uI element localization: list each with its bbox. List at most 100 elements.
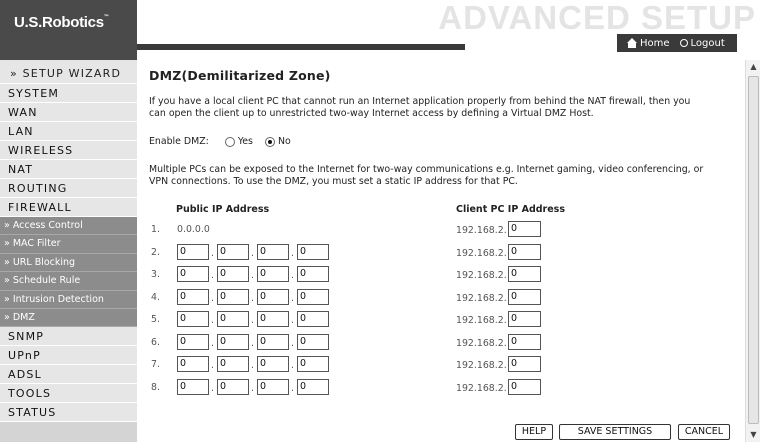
enable-dmz-yes-radio[interactable] <box>224 136 235 147</box>
help-button[interactable]: HELP <box>515 424 553 440</box>
public-ip-octet-input[interactable]: 0 <box>297 288 329 305</box>
public-ip-octet-input[interactable]: 0 <box>297 243 329 260</box>
sidebar-item-system[interactable]: SYSTEM <box>0 84 137 103</box>
sidebar-item-setup-wizard[interactable]: » SETUP WIZARD <box>0 60 137 84</box>
octet-separator: . <box>291 270 294 281</box>
public-ip-octet-input[interactable]: 0 <box>257 378 289 395</box>
client-ip-prefix: 192.168.2. <box>456 382 507 394</box>
public-ip-octet-input[interactable]: 0 <box>297 356 329 372</box>
public-ip-octet-input[interactable]: 0 <box>217 288 249 305</box>
home-label: Home <box>640 37 670 49</box>
sidebar-item-firewall[interactable]: FIREWALL <box>0 198 137 217</box>
public-ip-header: Public IP Address <box>176 204 270 215</box>
octet-separator: . <box>251 382 254 394</box>
scrollbar-thumb[interactable] <box>748 76 759 424</box>
public-ip-octet-input[interactable]: 0 <box>297 333 329 350</box>
enable-dmz-label: Enable DMZ: <box>149 136 209 147</box>
octet-separator: . <box>251 247 254 259</box>
header-links: Home Logout <box>617 34 737 52</box>
octet-separator: . <box>291 292 294 304</box>
client-ip-prefix: 192.168.2. <box>456 315 507 326</box>
sidebar-item-routing[interactable]: ROUTING <box>0 179 137 198</box>
public-ip-octet-input[interactable]: 0 <box>177 356 209 372</box>
public-ip-octet-input[interactable]: 0 <box>217 243 249 260</box>
scroll-up-icon[interactable]: ▲ <box>746 60 760 74</box>
octet-separator: . <box>211 360 214 371</box>
row-number: 5. <box>151 314 160 325</box>
client-ip-input[interactable]: 0 <box>508 243 541 260</box>
header-divider <box>137 44 465 50</box>
enable-dmz-yes-label: Yes <box>237 136 253 147</box>
client-ip-prefix: 192.168.2. <box>456 270 507 281</box>
sidebar-item-upnp[interactable]: UPnP <box>0 346 137 366</box>
vertical-scrollbar[interactable]: ▲ ▼ <box>745 60 760 442</box>
public-ip-octet-input[interactable]: 0 <box>257 356 289 372</box>
save-settings-button[interactable]: SAVE SETTINGS <box>559 424 671 440</box>
intro-line-1: If you have a local client PC that canno… <box>149 96 691 107</box>
public-ip-static: 0.0.0.0 <box>177 224 210 235</box>
intro-line-2: can open the client up to unrestricted t… <box>149 108 594 119</box>
home-link[interactable]: Home <box>627 37 670 49</box>
public-ip-octet-input[interactable]: 0 <box>257 266 289 282</box>
logout-label: Logout <box>690 37 725 49</box>
logout-link[interactable]: Logout <box>679 37 725 49</box>
public-ip-octet-input[interactable]: 0 <box>177 266 209 282</box>
public-ip-octet-input[interactable]: 0 <box>297 311 329 327</box>
sidebar-subitem-schedule-rule[interactable]: » Schedule Rule <box>0 272 137 291</box>
sidebar-subitem-mac-filter[interactable]: » MAC Filter <box>0 235 137 254</box>
row-number: 3. <box>151 269 160 280</box>
cancel-button[interactable]: CANCEL <box>678 424 730 440</box>
sidebar-item-wireless[interactable]: WIRELESS <box>0 141 137 160</box>
sidebar-subitem-url-blocking[interactable]: » URL Blocking <box>0 253 137 273</box>
octet-separator: . <box>251 270 254 281</box>
logo-box: U.S.Robotics™ <box>0 0 137 60</box>
row-number: 1. <box>151 224 160 235</box>
header: U.S.Robotics™ ADVANCED SETUP Home Logout <box>0 0 760 60</box>
client-ip-input[interactable]: 0 <box>508 221 541 237</box>
client-ip-input[interactable]: 0 <box>508 311 541 327</box>
public-ip-octet-input[interactable]: 0 <box>177 311 209 327</box>
sidebar-item-nat[interactable]: NAT <box>0 160 137 179</box>
public-ip-octet-input[interactable]: 0 <box>257 288 289 305</box>
client-ip-input[interactable]: 0 <box>508 378 541 395</box>
sidebar-subitem-intrusion-detection[interactable]: » Intrusion Detection <box>0 290 137 309</box>
public-ip-octet-input[interactable]: 0 <box>177 288 209 305</box>
sidebar-subitem-dmz[interactable]: » DMZ <box>0 308 137 328</box>
sidebar-item-adsl[interactable]: ADSL <box>0 365 137 385</box>
octet-separator: . <box>251 337 254 349</box>
client-ip-input[interactable]: 0 <box>508 266 541 282</box>
client-ip-prefix: 192.168.2. <box>456 247 507 259</box>
sidebar-subitem-access-control[interactable]: » Access Control <box>0 217 137 236</box>
row-number: 7. <box>151 359 160 370</box>
sidebar-item-lan[interactable]: LAN <box>0 122 137 141</box>
client-ip-prefix: 192.168.2. <box>456 360 507 371</box>
public-ip-octet-input[interactable]: 0 <box>177 333 209 350</box>
public-ip-octet-input[interactable]: 0 <box>217 356 249 372</box>
octet-separator: . <box>291 360 294 371</box>
octet-separator: . <box>211 247 214 259</box>
public-ip-octet-input[interactable]: 0 <box>257 243 289 260</box>
sidebar-item-tools[interactable]: TOOLS <box>0 384 137 404</box>
client-ip-input[interactable]: 0 <box>508 288 541 305</box>
public-ip-octet-input[interactable]: 0 <box>257 333 289 350</box>
public-ip-octet-input[interactable]: 0 <box>217 311 249 327</box>
public-ip-octet-input[interactable]: 0 <box>177 378 209 395</box>
octet-separator: . <box>291 247 294 259</box>
octet-separator: . <box>291 315 294 326</box>
client-ip-input[interactable]: 0 <box>508 356 541 372</box>
sidebar-item-status[interactable]: STATUS <box>0 403 137 423</box>
public-ip-octet-input[interactable]: 0 <box>217 378 249 395</box>
public-ip-octet-input[interactable]: 0 <box>297 266 329 282</box>
enable-dmz-no-radio[interactable] <box>264 136 275 147</box>
sidebar-item-wan[interactable]: WAN <box>0 103 137 122</box>
public-ip-octet-input[interactable]: 0 <box>217 333 249 350</box>
sidebar-item-snmp[interactable]: SNMP <box>0 327 137 347</box>
public-ip-octet-input[interactable]: 0 <box>257 311 289 327</box>
public-ip-octet-input[interactable]: 0 <box>217 266 249 282</box>
scroll-down-icon[interactable]: ▼ <box>746 428 760 442</box>
client-ip-prefix: 192.168.2. <box>456 225 507 236</box>
row-number: 8. <box>151 381 160 393</box>
public-ip-octet-input[interactable]: 0 <box>177 243 209 260</box>
public-ip-octet-input[interactable]: 0 <box>297 378 329 395</box>
client-ip-input[interactable]: 0 <box>508 333 541 350</box>
